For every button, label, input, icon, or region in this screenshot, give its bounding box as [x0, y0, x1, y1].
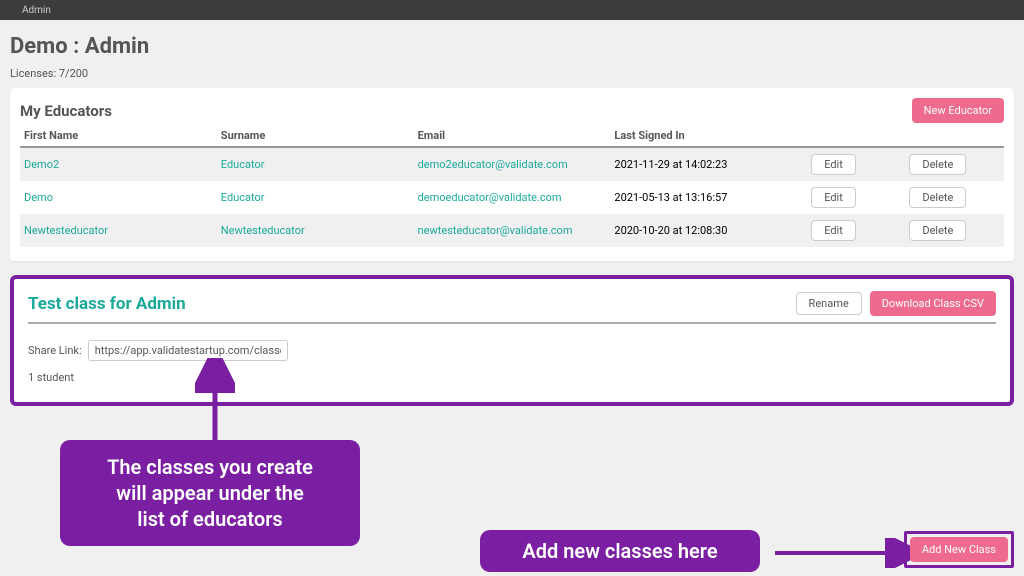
- educator-surname-link[interactable]: Newtesteducator: [221, 224, 305, 237]
- educator-first-link[interactable]: Demo2: [24, 158, 59, 171]
- col-edit: [807, 125, 905, 147]
- col-last-signed: Last Signed In: [610, 125, 807, 147]
- educators-table: First Name Surname Email Last Signed In …: [20, 125, 1004, 247]
- table-row: Demo Educator demoeducator@validate.com …: [20, 181, 1004, 214]
- annotation-classes-appear: The classes you create will appear under…: [60, 440, 360, 546]
- educators-card: My Educators New Educator First Name Sur…: [10, 88, 1014, 261]
- download-class-csv-button[interactable]: Download Class CSV: [870, 291, 996, 316]
- annotation-arrow-icon: [195, 358, 235, 448]
- nav-admin-link[interactable]: Admin: [22, 5, 51, 16]
- last-signed-cell: 2021-11-29 at 14:02:23: [610, 147, 807, 181]
- licenses-text: Licenses: 7/200: [10, 67, 1014, 80]
- add-new-class-highlight: Add New Class: [904, 531, 1014, 568]
- class-card: Test class for Admin Rename Download Cla…: [14, 279, 1010, 402]
- edit-button[interactable]: Edit: [811, 187, 856, 208]
- educator-email-link[interactable]: demoeducator@validate.com: [418, 191, 562, 204]
- add-new-class-button[interactable]: Add New Class: [910, 537, 1008, 562]
- annotation-arrow-icon: [770, 538, 920, 568]
- table-row: Demo2 Educator demo2educator@validate.co…: [20, 147, 1004, 181]
- class-title: Test class for Admin: [28, 294, 186, 314]
- last-signed-cell: 2020-10-20 at 12:08:30: [610, 214, 807, 247]
- educator-first-link[interactable]: Newtesteducator: [24, 224, 108, 237]
- class-card-highlight: Test class for Admin Rename Download Cla…: [10, 275, 1014, 406]
- delete-button[interactable]: Delete: [909, 154, 966, 175]
- edit-button[interactable]: Edit: [811, 154, 856, 175]
- student-count: 1 student: [28, 371, 996, 384]
- educator-email-link[interactable]: newtesteducator@validate.com: [418, 224, 573, 237]
- table-row: Newtesteducator Newtesteducator newteste…: [20, 214, 1004, 247]
- new-educator-button[interactable]: New Educator: [912, 98, 1004, 123]
- col-surname: Surname: [217, 125, 414, 147]
- top-nav-bar: Admin: [0, 0, 1024, 20]
- educator-surname-link[interactable]: Educator: [221, 191, 265, 204]
- delete-button[interactable]: Delete: [909, 220, 966, 241]
- educator-first-link[interactable]: Demo: [24, 191, 53, 204]
- share-link-label: Share Link:: [28, 344, 82, 357]
- col-email: Email: [414, 125, 611, 147]
- last-signed-cell: 2021-05-13 at 13:16:57: [610, 181, 807, 214]
- divider: [28, 322, 996, 324]
- educator-surname-link[interactable]: Educator: [221, 158, 265, 171]
- share-link-input[interactable]: [88, 340, 288, 361]
- educator-email-link[interactable]: demo2educator@validate.com: [418, 158, 568, 171]
- page-title: Demo : Admin: [10, 34, 1014, 59]
- rename-class-button[interactable]: Rename: [796, 292, 862, 315]
- delete-button[interactable]: Delete: [909, 187, 966, 208]
- col-first-name: First Name: [20, 125, 217, 147]
- educators-title: My Educators: [20, 102, 112, 120]
- annotation-add-classes: Add new classes here: [480, 530, 760, 572]
- edit-button[interactable]: Edit: [811, 220, 856, 241]
- col-delete: [905, 125, 1004, 147]
